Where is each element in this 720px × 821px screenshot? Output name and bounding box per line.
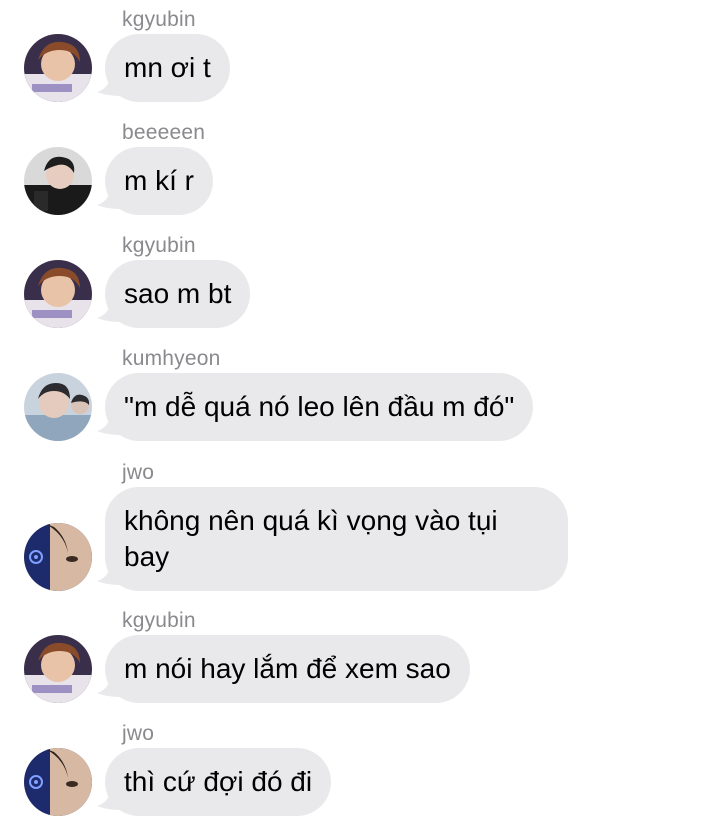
avatar-kgyubin[interactable]	[24, 260, 92, 328]
message-bubble[interactable]: mn ơi t	[105, 34, 230, 102]
message-bubble[interactable]: m kí r	[105, 147, 213, 215]
chat-thread: kgyubin mn ơi t beeeeen m kí r kgyubin s…	[0, 0, 720, 821]
message-row: kumhyeon "m dễ quá nó leo lên đầu m đó"	[0, 347, 720, 447]
message-bubble[interactable]: thì cứ đợi đó đi	[105, 748, 332, 816]
message-bubble[interactable]: "m dễ quá nó leo lên đầu m đó"	[105, 373, 534, 441]
sender-name: kgyubin	[122, 234, 196, 257]
sender-name: kumhyeon	[122, 347, 221, 370]
sender-name: kgyubin	[122, 8, 196, 31]
avatar-kgyubin[interactable]	[24, 635, 92, 703]
message-bubble[interactable]: m nói hay lắm để xem sao	[105, 635, 470, 703]
sender-name: kgyubin	[122, 609, 196, 632]
message-bubble[interactable]: không nên quá kì vọng vào tụi bay	[105, 487, 568, 591]
sender-name: beeeeen	[122, 121, 206, 144]
avatar-kumhyeon[interactable]	[24, 373, 92, 441]
sender-name: jwo	[122, 461, 155, 484]
avatar-jwo[interactable]	[24, 748, 92, 816]
message-row: jwo thì cứ đợi đó đi	[0, 722, 720, 821]
message-row: beeeeen m kí r	[0, 121, 720, 221]
avatar-kgyubin[interactable]	[24, 34, 92, 102]
sender-name: jwo	[122, 722, 155, 745]
message-row: kgyubin sao m bt	[0, 234, 720, 334]
message-row: kgyubin m nói hay lắm để xem sao	[0, 609, 720, 709]
avatar-jwo[interactable]	[24, 523, 92, 591]
message-row: kgyubin mn ơi t	[0, 8, 720, 108]
avatar-beeeeen[interactable]	[24, 147, 92, 215]
message-row: jwo không nên quá kì vọng vào tụi bay	[0, 461, 720, 601]
message-bubble[interactable]: sao m bt	[105, 260, 251, 328]
